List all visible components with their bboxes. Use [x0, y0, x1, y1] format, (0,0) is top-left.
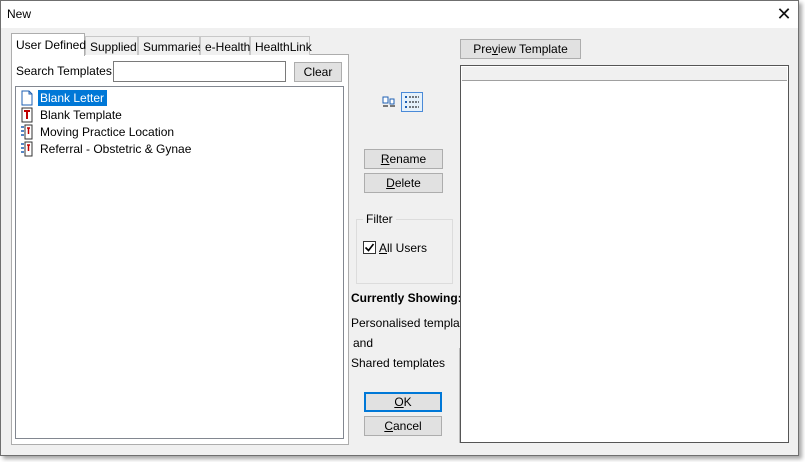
all-users-checkbox[interactable] [363, 241, 376, 254]
list-item-label: Blank Letter [38, 90, 108, 106]
list-item-label: Moving Practice Location [40, 125, 175, 139]
template-list[interactable]: Blank Letter Blank Template Moving Pract… [15, 86, 344, 439]
template-icon [20, 107, 34, 123]
document-icon [20, 90, 34, 106]
tab-e-health[interactable]: e-Health [200, 36, 250, 55]
details-view-icon [402, 96, 422, 114]
new-template-dialog: New ✕ User Defined Supplied Summaries e-… [0, 0, 799, 456]
preview-panel [460, 65, 789, 443]
list-view-button[interactable] [378, 92, 400, 112]
list-view-icon [379, 96, 399, 114]
all-users-text: ll Users [387, 241, 428, 255]
clear-button[interactable]: Clear [294, 62, 342, 82]
status-line-personalised: Personalised templates [351, 316, 476, 330]
search-templates-input[interactable] [113, 61, 286, 82]
title-bar: New ✕ [1, 1, 798, 28]
window-title: New [7, 7, 32, 21]
filter-legend: Filter [363, 212, 396, 226]
ok-label: K [403, 395, 412, 409]
ok-mnemonic: O [394, 395, 404, 409]
shared-template-icon [20, 124, 34, 140]
preview-label-end: iew Template [497, 42, 568, 56]
cancel-button[interactable]: Cancel [364, 416, 442, 436]
cancel-mnemonic: C [384, 419, 393, 433]
shared-template-icon [20, 141, 34, 157]
tab-supplied[interactable]: Supplied [85, 36, 138, 55]
panel-divider [459, 348, 460, 443]
currently-showing-heading: Currently Showing: [351, 291, 462, 305]
ok-button[interactable]: OK [364, 392, 442, 412]
delete-button[interactable]: Delete [364, 173, 443, 193]
delete-mnemonic: D [386, 176, 395, 190]
status-line-shared: Shared templates [351, 356, 446, 370]
rename-label: ename [389, 152, 427, 166]
search-templates-label: Search Templates: [16, 64, 116, 78]
tab-summaries[interactable]: Summaries [138, 36, 204, 55]
rename-button[interactable]: Rename [364, 149, 443, 169]
close-icon[interactable]: ✕ [773, 4, 795, 24]
details-view-button[interactable] [401, 92, 423, 112]
cancel-label: ancel [392, 419, 422, 433]
all-users-label[interactable]: All Users [379, 241, 427, 255]
list-item-label: Referral - Obstetric & Gynae [40, 142, 192, 156]
list-item-label: Blank Template [40, 108, 122, 122]
preview-header [462, 67, 787, 81]
status-line-and: and [353, 336, 374, 350]
preview-label-start: Pre [473, 42, 492, 56]
tab-healthlink[interactable]: HealthLink [250, 36, 312, 55]
list-item-blank-letter[interactable]: Blank Letter [20, 90, 110, 107]
list-item-blank-template[interactable]: Blank Template [20, 107, 140, 124]
all-users-mnemonic: A [379, 241, 388, 255]
list-item-moving-practice-location[interactable]: Moving Practice Location [20, 124, 180, 141]
tab-user-defined[interactable]: User Defined [11, 33, 86, 56]
list-item-referral-obstetric-gynae[interactable]: Referral - Obstetric & Gynae [20, 141, 200, 158]
preview-template-button[interactable]: Preview Template [460, 39, 581, 59]
delete-label: elete [394, 176, 421, 190]
